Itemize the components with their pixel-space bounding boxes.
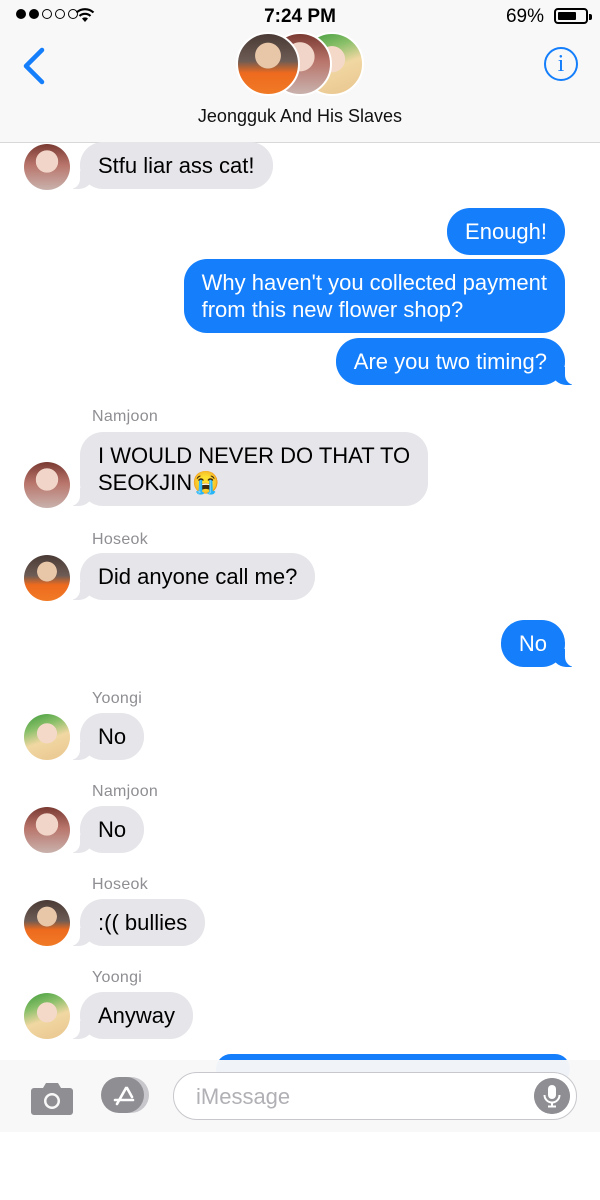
sender-name: Hoseok (92, 531, 149, 548)
camera-icon[interactable] (30, 1080, 74, 1116)
incoming-bubble[interactable]: Anyway (69, 992, 194, 1039)
sender-name: Namjoon (92, 783, 159, 800)
outgoing-bubble[interactable]: Enough! (447, 208, 565, 255)
incoming-bubble[interactable]: Stfu liar ass cat! (70, 142, 273, 189)
sender-name: Namjoon (92, 408, 159, 425)
compose-bar: iMessage (0, 1060, 600, 1132)
microphone-icon[interactable] (534, 1078, 570, 1114)
avatar (24, 144, 70, 190)
avatar (24, 462, 70, 508)
message-input[interactable]: iMessage (173, 1072, 577, 1120)
incoming-bubble[interactable]: No (69, 806, 145, 853)
sender-name: Yoongi (92, 690, 143, 707)
avatar (24, 900, 70, 946)
avatar (24, 993, 70, 1039)
avatar (24, 807, 70, 853)
app-store-icon[interactable] (100, 1076, 150, 1114)
sender-name: Yoongi (92, 969, 143, 986)
avatar (24, 714, 70, 760)
incoming-bubble[interactable]: :(( bullies (69, 899, 206, 946)
outgoing-bubble[interactable]: Why haven't you collected payment from t… (183, 259, 565, 333)
message-input-placeholder: iMessage (196, 1084, 291, 1109)
outgoing-bubble[interactable]: No (500, 620, 576, 667)
outgoing-bubble[interactable]: Are you two timing? (335, 338, 576, 385)
message-list: Stfu liar ass cat! Enough! Why haven't y… (0, 0, 600, 1200)
sender-name: Hoseok (92, 876, 149, 893)
incoming-bubble[interactable]: I WOULD NEVER DO THAT TO SEOKJIN😭 (69, 432, 429, 506)
avatar (24, 555, 70, 601)
incoming-bubble[interactable]: Did anyone call me? (69, 553, 316, 600)
incoming-bubble[interactable]: No (69, 713, 145, 760)
